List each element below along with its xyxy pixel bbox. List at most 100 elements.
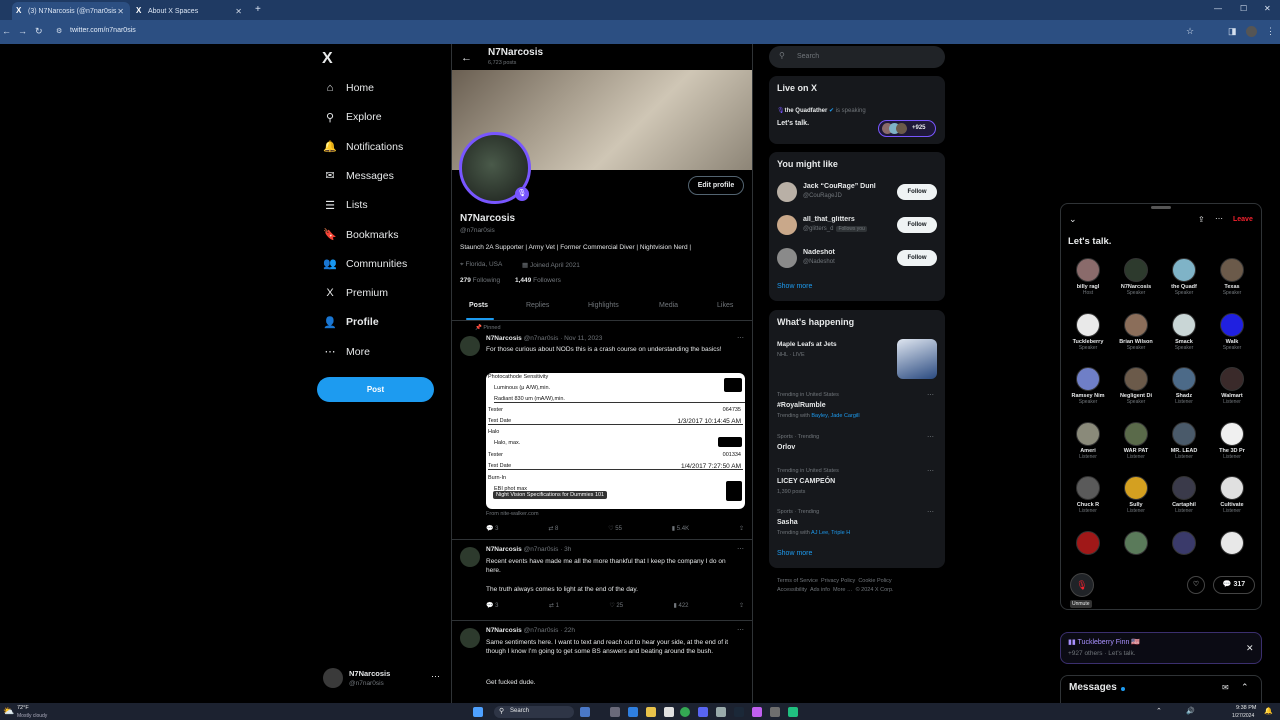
close-icon[interactable]: ✕	[1246, 643, 1254, 654]
trend-related[interactable]: Bayley, Jade Cargill	[811, 413, 859, 419]
live-host-line[interactable]: 🎙the Quadfather ✔ is speaking	[777, 107, 866, 114]
url-field[interactable]: twitter.com/n7nar0sis	[70, 27, 136, 34]
maximize-icon[interactable]: ☐	[1240, 4, 1247, 13]
space-participant[interactable]	[1066, 530, 1110, 555]
file-explorer-icon[interactable]	[646, 707, 656, 717]
reload-icon[interactable]: ↻	[35, 26, 43, 37]
leave-button[interactable]: Leave	[1233, 216, 1253, 223]
site-info-icon[interactable]: ⚙	[56, 27, 62, 35]
minimize-icon[interactable]: —	[1214, 4, 1222, 13]
more-icon[interactable]: ⋯	[1215, 214, 1223, 223]
tweet-author[interactable]: N7Narcosis	[486, 627, 522, 634]
tab-media[interactable]: Media	[659, 302, 678, 309]
space-participant[interactable]: Tuckleberry Speaker	[1066, 312, 1110, 351]
discord-icon[interactable]	[698, 707, 708, 717]
space-participant[interactable]: Walmart Listener	[1210, 367, 1254, 405]
live-listeners-pill[interactable]: +925	[878, 120, 936, 137]
space-participant[interactable]: MR. LEAD Listener	[1162, 421, 1206, 460]
follow-button[interactable]: Follow	[897, 250, 937, 266]
tweet-avatar[interactable]	[460, 628, 480, 648]
edit-profile-button[interactable]: Edit profile	[688, 176, 744, 195]
share-icon[interactable]: ⇪	[1198, 215, 1205, 224]
nav-item-bookmarks[interactable]: 🔖 Bookmarks	[322, 224, 398, 246]
footer-terms[interactable]: Terms of Service	[777, 578, 818, 584]
star-icon[interactable]: ☆	[1186, 26, 1194, 37]
more-icon[interactable]: ⋯	[737, 626, 744, 634]
post-button[interactable]: Post	[317, 377, 434, 402]
back-icon[interactable]: ←	[2, 26, 11, 36]
nav-item-home[interactable]: ⌂ Home	[322, 77, 374, 99]
suggestion-avatar[interactable]	[777, 248, 797, 268]
close-icon[interactable]: ✕	[117, 7, 124, 16]
nav-item-profile[interactable]: 👤 Profile	[322, 311, 379, 333]
widgets-icon[interactable]	[580, 707, 590, 717]
messages-drawer[interactable]: Messages ✉ ⌃	[1060, 675, 1262, 705]
nav-item-messages[interactable]: ✉ Messages	[322, 165, 393, 187]
more-icon[interactable]: ⋯	[737, 545, 744, 553]
reply-button[interactable]: 💬 3	[486, 602, 498, 609]
notepad-icon[interactable]	[664, 707, 674, 717]
follow-button[interactable]: Follow	[897, 184, 937, 200]
space-participant[interactable]: billy ragl Host	[1066, 258, 1110, 296]
following-link[interactable]: 279 Following	[460, 277, 500, 284]
space-participant[interactable]: Cultivate Listener	[1210, 476, 1254, 514]
trend-more-icon[interactable]: ⋯	[927, 467, 934, 475]
tweet-time[interactable]: 3h	[564, 546, 571, 553]
nav-item-lists[interactable]: ☰ Lists	[322, 194, 368, 216]
suggestion-name[interactable]: Jack “CouRage” Dunl	[803, 183, 876, 190]
app-icon[interactable]	[716, 707, 726, 717]
like-button[interactable]: ♡ 55	[608, 525, 622, 532]
trend-related[interactable]: AJ Lee, Triple H	[811, 530, 850, 536]
reply-button[interactable]: 💬 3	[486, 525, 498, 532]
space-dock[interactable]: ▮▮ Tuckleberry Finn 🇺🇸 +927 others · Let…	[1060, 632, 1262, 664]
footer-more[interactable]: More …	[833, 587, 853, 593]
tweet-pinned[interactable]: 📌 Pinned N7Narcosis @n7nar0sis · Nov 11,…	[452, 322, 752, 540]
trend-more-icon[interactable]: ⋯	[927, 508, 934, 516]
card-source[interactable]: From nite-walker.com	[486, 511, 539, 517]
space-participant[interactable]: Smack Speaker	[1162, 312, 1206, 351]
notification-bell-icon[interactable]: 🔔	[1264, 707, 1273, 715]
windows-start-icon[interactable]	[473, 707, 483, 717]
space-participant[interactable]: Sully Listener	[1114, 476, 1158, 514]
space-participant[interactable]: Ramsey Nim Speaker	[1066, 367, 1110, 405]
account-menu-icon[interactable]: ⋯	[431, 671, 440, 682]
unmute-mic-button[interactable]: 🎙	[1070, 573, 1094, 597]
browser-tab-spaces[interactable]: X About X Spaces ✕	[132, 2, 248, 20]
live-topic[interactable]: Let's talk.	[777, 120, 809, 127]
collapse-icon[interactable]: ⌄	[1069, 214, 1077, 225]
nav-item-notifications[interactable]: 🔔 Notifications	[322, 136, 403, 158]
steam-icon[interactable]	[734, 707, 744, 717]
show-more-link[interactable]: Show more	[777, 283, 812, 290]
space-participant[interactable]: Texas Speaker	[1210, 258, 1254, 296]
clock-date[interactable]: 1/27/2024	[1232, 713, 1254, 719]
space-participant[interactable]: Walk Speaker	[1210, 312, 1254, 351]
tab-replies[interactable]: Replies	[526, 302, 549, 309]
volume-icon[interactable]: 🔊	[1186, 707, 1195, 715]
x-logo-icon[interactable]: X	[322, 50, 333, 68]
app-icon[interactable]	[770, 707, 780, 717]
event-thumbnail[interactable]	[897, 339, 937, 379]
tweet-time[interactable]: 22h	[564, 627, 575, 634]
space-participant[interactable]: Cartaphil Listener	[1162, 476, 1206, 514]
repost-button[interactable]: ⇄ 8	[548, 525, 558, 532]
space-participant[interactable]: The 3D Pr Listener	[1210, 421, 1254, 460]
forward-icon[interactable]: →	[18, 26, 27, 36]
tweet-author[interactable]: N7Narcosis	[486, 335, 522, 342]
back-arrow-icon[interactable]: ←	[461, 52, 472, 64]
tab-posts[interactable]: Posts	[469, 302, 488, 309]
browser-menu-icon[interactable]: ⋮	[1266, 26, 1275, 37]
app-icon[interactable]	[788, 707, 798, 717]
tweet-2[interactable]: N7Narcosis @n7nar0sis · 3h ⋯ Recent even…	[452, 541, 752, 621]
link-card-image[interactable]: Photocathode Sensitivity Luminous (μ A/W)…	[486, 373, 745, 509]
trend-title[interactable]: #RoyalRumble	[777, 402, 826, 409]
space-participant[interactable]: Chuck R Listener	[1066, 476, 1110, 514]
tray-chevron-icon[interactable]: ⌃	[1156, 707, 1162, 715]
share-icon[interactable]: ⇪	[739, 602, 744, 609]
search-box[interactable]: ⚲ Search	[769, 46, 945, 68]
suggestion-avatar[interactable]	[777, 182, 797, 202]
comments-button[interactable]: 💬 317	[1213, 576, 1255, 594]
trend-more-icon[interactable]: ⋯	[927, 391, 934, 399]
views-button[interactable]: ▮ 422	[674, 602, 689, 609]
space-participant[interactable]	[1162, 530, 1206, 555]
follow-button[interactable]: Follow	[897, 217, 937, 233]
